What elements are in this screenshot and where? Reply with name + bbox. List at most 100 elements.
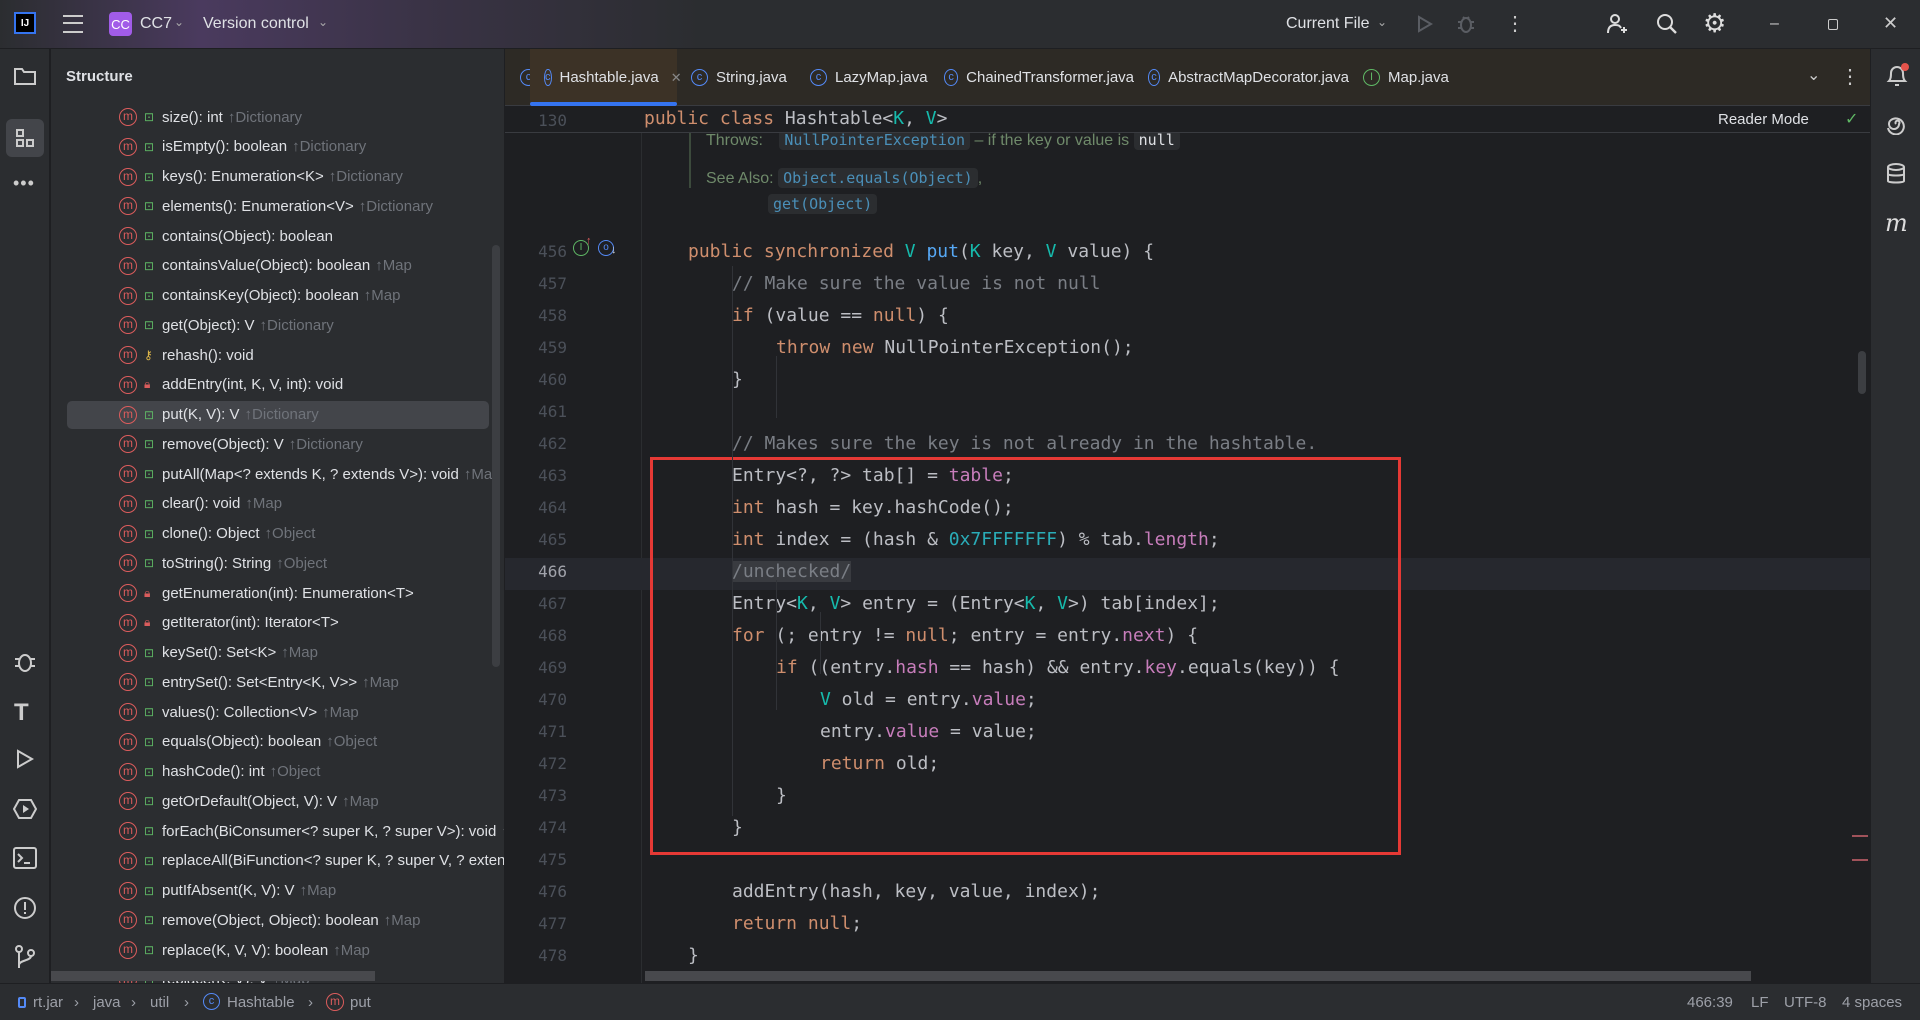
- tab-abstractmapdecorator[interactable]: c AbstractMapDecorator.java: [1134, 49, 1349, 106]
- structure-item[interactable]: m ⚷ rehash(): void: [54, 341, 504, 369]
- structure-item[interactable]: m ⊡ clone(): Object ↑Object: [54, 520, 504, 548]
- tab-lazymap[interactable]: c LazyMap.java: [796, 49, 930, 106]
- tab-map[interactable]: I Map.java: [1349, 49, 1459, 106]
- tab-string[interactable]: c String.java: [677, 49, 796, 106]
- terminal-icon[interactable]: [13, 847, 37, 869]
- structure-item[interactable]: m ⊡ isEmpty(): boolean ↑Dictionary: [54, 133, 504, 161]
- structure-item[interactable]: m ⊡ values(): Collection<V> ↑Map: [54, 698, 504, 726]
- chevron-down-icon[interactable]: ⌄: [318, 15, 328, 29]
- structure-vertical-scrollbar[interactable]: [492, 245, 500, 667]
- restore-button[interactable]: [1828, 19, 1838, 30]
- code-editor[interactable]: 130 public class Hashtable<K, V> Reader …: [505, 106, 1870, 983]
- more-actions-icon[interactable]: ⋮: [1505, 11, 1525, 36]
- tab-chainedtransformer[interactable]: c ChainedTransformer.java: [930, 49, 1134, 106]
- structure-item[interactable]: m 🔒︎ addEntry(int, K, V, int): void: [54, 371, 504, 399]
- breadcrumb-java[interactable]: java: [93, 994, 121, 1011]
- structure-item[interactable]: m ⊡ contains(Object): boolean: [54, 222, 504, 250]
- line-separator[interactable]: LF: [1751, 994, 1769, 1011]
- file-encoding[interactable]: UTF-8: [1784, 994, 1827, 1011]
- debug-icon[interactable]: [1457, 14, 1475, 34]
- doc-see-link[interactable]: Object.equals(Object): [778, 168, 978, 188]
- caret-position[interactable]: 466:39: [1687, 994, 1733, 1011]
- structure-item[interactable]: m ⊡ remove(Object): V ↑Dictionary: [54, 430, 504, 458]
- structure-item[interactable]: m ⊡ replaceAll(BiFunction<? super K, ? sup…: [54, 847, 504, 875]
- code-line[interactable]: throw new NullPointerException();: [776, 332, 1134, 364]
- sticky-header[interactable]: 130 public class Hashtable<K, V> Reader …: [505, 106, 1870, 133]
- structure-item[interactable]: m ⊡ keySet(): Set<K> ↑Map: [54, 639, 504, 667]
- editor-horizontal-scrollbar[interactable]: [645, 971, 1751, 981]
- ai-assistant-spiral-icon[interactable]: [1885, 113, 1907, 135]
- structure-item[interactable]: m ⊡ replace(K, V, V): boolean ↑Map: [54, 936, 504, 964]
- structure-item[interactable]: m ⊡ putAll(Map<? extends K, ? extends V>):…: [54, 460, 504, 488]
- minimize-button[interactable]: –: [1770, 15, 1779, 33]
- project-badge[interactable]: CC: [109, 12, 132, 36]
- code-line[interactable]: if (value == null) {: [732, 300, 949, 332]
- structure-item[interactable]: m ⊡ size(): int ↑Dictionary: [54, 103, 504, 131]
- structure-item[interactable]: m ⊡ containsKey(Object): boolean ↑Map: [54, 282, 504, 310]
- run-tool-icon[interactable]: [15, 749, 35, 769]
- structure-item[interactable]: m ⊡ put(K, V): V ↑Dictionary: [67, 400, 489, 429]
- project-folder-icon[interactable]: [13, 66, 37, 86]
- services-icon[interactable]: [13, 798, 37, 820]
- structure-item[interactable]: m ⊡ equals(Object): boolean ↑Object: [54, 728, 504, 756]
- structure-item[interactable]: m ⊡ forEach(BiConsumer<? super K, ? super …: [54, 817, 504, 845]
- tabs-more-icon[interactable]: ⋮: [1840, 64, 1860, 89]
- structure-item[interactable]: m ⊡ entrySet(): Set<Entry<K, V>> ↑Map: [54, 668, 504, 696]
- implements-gutter-icon[interactable]: I ↑: [573, 235, 592, 256]
- error-stripe-mark[interactable]: [1852, 835, 1868, 837]
- search-icon[interactable]: [1656, 13, 1678, 35]
- structure-item[interactable]: m ⊡ getOrDefault(Object, V): V ↑Map: [54, 787, 504, 815]
- run-config-select[interactable]: Current File: [1286, 15, 1370, 33]
- structure-item[interactable]: m ⊡ elements(): Enumeration<V> ↑Dictionary: [54, 192, 504, 220]
- structure-item[interactable]: m ⊡ keys(): Enumeration<K> ↑Dictionary: [54, 163, 504, 191]
- code-line[interactable]: // Makes sure the key is not already in …: [732, 428, 1317, 460]
- structure-item[interactable]: m ⊡ remove(Object, Object): boolean ↑Map: [54, 906, 504, 934]
- breadcrumb-util[interactable]: util: [150, 994, 169, 1011]
- code-line[interactable]: return null;: [732, 908, 862, 940]
- structure-item[interactable]: m ⊡ putIfAbsent(K, V): V ↑Map: [54, 877, 504, 905]
- tabs-dropdown-chevron-icon[interactable]: ⌄: [1807, 65, 1820, 85]
- settings-gear-icon[interactable]: ⚙: [1703, 8, 1726, 39]
- structure-icon[interactable]: [6, 119, 44, 157]
- git-icon[interactable]: [14, 945, 36, 969]
- structure-item[interactable]: m 🔒︎ getEnumeration(int): Enumeration<T>: [54, 579, 504, 607]
- more-tools-icon[interactable]: •••: [13, 173, 35, 194]
- chevron-down-icon[interactable]: ⌄: [174, 15, 184, 29]
- editor-vertical-scrollbar[interactable]: [1858, 351, 1866, 394]
- code-line[interactable]: }: [688, 940, 699, 972]
- overridden-gutter-icon[interactable]: o ↓: [598, 240, 617, 256]
- main-menu-icon[interactable]: [63, 15, 83, 33]
- structure-item[interactable]: m ⊡ clear(): void ↑Map: [54, 490, 504, 518]
- breadcrumb-rt-jar[interactable]: rt.jar: [33, 994, 63, 1011]
- build-icon[interactable]: T: [14, 699, 29, 727]
- problems-icon[interactable]: [13, 896, 37, 920]
- notifications-bell-icon[interactable]: [1885, 63, 1909, 89]
- breadcrumb-hashtable[interactable]: Hashtable: [227, 994, 295, 1011]
- project-name[interactable]: CC7: [140, 15, 172, 33]
- add-user-icon[interactable]: [1606, 13, 1628, 35]
- code-line[interactable]: public synchronized V put(K key, V value…: [688, 236, 1154, 268]
- structure-item[interactable]: m ⊡ containsValue(Object): boolean ↑Map: [54, 252, 504, 280]
- indent-setting[interactable]: 4 spaces: [1842, 994, 1902, 1011]
- close-button[interactable]: ✕: [1883, 13, 1898, 34]
- structure-item[interactable]: m 🔒︎ getIterator(int): Iterator<T>: [54, 609, 504, 637]
- vcs-menu[interactable]: Version control: [203, 15, 309, 33]
- tab-hashtable[interactable]: c Hashtable.java ✕: [530, 49, 682, 106]
- structure-horizontal-scrollbar[interactable]: [51, 971, 375, 981]
- debug-tool-icon[interactable]: [13, 649, 37, 673]
- code-line[interactable]: }: [732, 364, 743, 396]
- run-icon[interactable]: [1417, 15, 1433, 33]
- reader-mode-toggle[interactable]: Reader Mode: [1718, 111, 1809, 128]
- structure-item[interactable]: m ⊡ get(Object): V ↑Dictionary: [54, 311, 504, 339]
- structure-item[interactable]: m ⊡ toString(): String ↑Object: [54, 549, 504, 577]
- chevron-down-icon[interactable]: ⌄: [1377, 15, 1387, 29]
- breadcrumb-put[interactable]: put: [350, 994, 371, 1011]
- intellij-logo-icon[interactable]: IJ: [14, 12, 36, 34]
- database-icon[interactable]: [1886, 163, 1906, 185]
- structure-item[interactable]: m ⊡ hashCode(): int ↑Object: [54, 758, 504, 786]
- error-stripe-mark[interactable]: [1852, 859, 1868, 861]
- code-line[interactable]: addEntry(hash, key, value, index);: [732, 876, 1100, 908]
- maven-icon[interactable]: m: [1885, 209, 1908, 237]
- code-line[interactable]: // Make sure the value is not null: [732, 268, 1100, 300]
- doc-see-link[interactable]: get(Object): [768, 194, 878, 214]
